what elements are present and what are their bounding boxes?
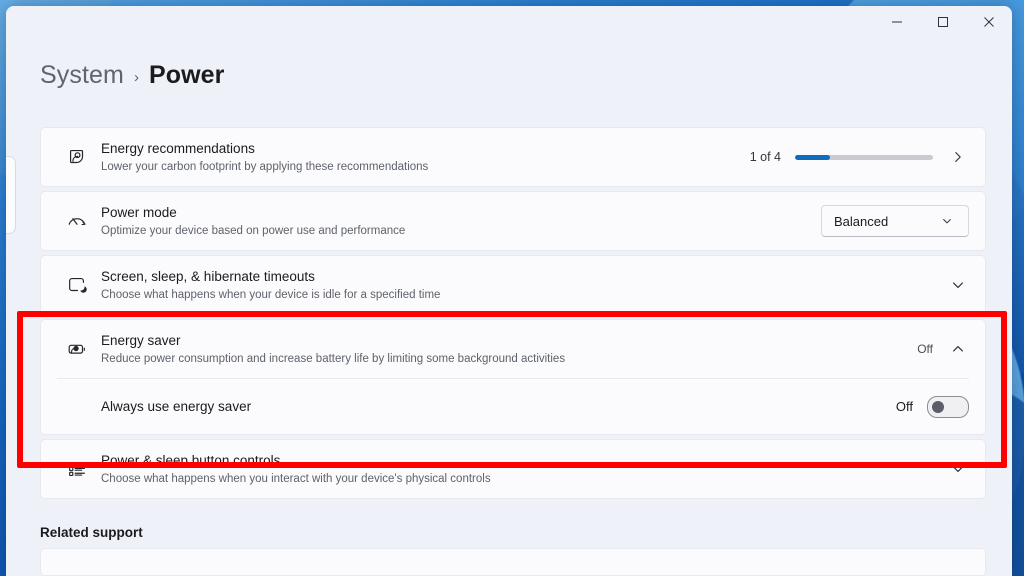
chevron-right-icon[interactable] [947, 146, 969, 168]
always-use-energy-saver-text: Always use energy saver [97, 398, 886, 416]
energy-recommendations-controls: 1 of 4 [740, 146, 969, 168]
settings-window: System › Power Energy recommendations Lo… [6, 6, 1012, 576]
timeouts-subtitle: Choose what happens when your device is … [101, 288, 441, 301]
energy-saver-text: Energy saver Reduce power consumption an… [97, 332, 907, 367]
eco-leaf-icon [57, 146, 97, 168]
energy-saver-state-value: Off [917, 342, 933, 356]
minimize-button[interactable] [874, 6, 920, 38]
chevron-down-icon [936, 210, 958, 232]
power-mode-title: Power mode [101, 204, 177, 220]
always-use-energy-saver-state: Off [895, 399, 913, 414]
power-mode-card[interactable]: Power mode Optimize your device based on… [40, 191, 986, 251]
settings-list: Energy recommendations Lower your carbon… [40, 127, 986, 576]
battery-leaf-icon [57, 338, 97, 360]
page-title: Power [148, 61, 225, 89]
settings-window-body: System › Power Energy recommendations Lo… [6, 6, 1012, 576]
timeouts-text: Screen, sleep, & hibernate timeouts Choo… [97, 268, 937, 303]
always-use-energy-saver-controls: Off [886, 395, 969, 418]
energy-saver-title: Energy saver [101, 332, 181, 348]
timeouts-controls [937, 274, 969, 296]
always-use-energy-saver-row[interactable]: Always use energy saver Off [41, 379, 985, 434]
chevron-up-icon[interactable] [947, 338, 969, 360]
screen-sleep-icon [57, 274, 97, 296]
power-sleep-buttons-row[interactable]: Power & sleep button controls Choose wha… [41, 440, 985, 498]
power-mode-text: Power mode Optimize your device based on… [97, 204, 811, 239]
power-mode-dropdown[interactable]: Balanced [821, 205, 969, 237]
energy-recommendations-row[interactable]: Energy recommendations Lower your carbon… [41, 128, 985, 186]
minimize-icon [892, 21, 902, 23]
screen: System › Power Energy recommendations Lo… [0, 0, 1024, 576]
breadcrumb: System › Power [40, 61, 224, 90]
always-use-energy-saver-title: Always use energy saver [101, 398, 252, 414]
maximize-button[interactable] [920, 6, 966, 38]
recommendations-progress-bar [795, 154, 933, 160]
power-mode-row[interactable]: Power mode Optimize your device based on… [41, 192, 985, 250]
energy-saver-row[interactable]: Energy saver Reduce power consumption an… [41, 320, 985, 378]
energy-saver-subtitle: Reduce power consumption and increase ba… [101, 352, 566, 365]
power-sleep-buttons-text: Power & sleep button controls Choose wha… [97, 452, 937, 487]
breadcrumb-separator-icon: › [133, 69, 139, 86]
power-sleep-buttons-title: Power & sleep button controls [101, 452, 281, 468]
energy-recommendations-card[interactable]: Energy recommendations Lower your carbon… [40, 127, 986, 187]
power-sleep-buttons-subtitle: Choose what happens when you interact wi… [101, 472, 491, 485]
recommendations-progress-fill [795, 154, 830, 160]
close-icon [984, 17, 994, 27]
energy-saver-card[interactable]: Energy saver Reduce power consumption an… [40, 319, 986, 435]
breadcrumb-parent-link[interactable]: System [40, 61, 124, 90]
chevron-down-icon[interactable] [947, 274, 969, 296]
title-bar[interactable] [6, 6, 1012, 48]
maximize-icon [938, 17, 948, 27]
recommendations-progress-label: 1 of 4 [749, 150, 781, 164]
related-support-card[interactable] [40, 548, 986, 576]
energy-recommendations-text: Energy recommendations Lower your carbon… [97, 140, 740, 175]
energy-recommendations-subtitle: Lower your carbon footprint by applying … [101, 160, 429, 173]
power-sleep-buttons-card[interactable]: Power & sleep button controls Choose wha… [40, 439, 986, 499]
timeouts-card[interactable]: Screen, sleep, & hibernate timeouts Choo… [40, 255, 986, 315]
button-list-icon [57, 458, 97, 480]
power-sleep-buttons-controls [937, 458, 969, 480]
close-button[interactable] [966, 6, 1012, 38]
related-support-heading: Related support [40, 525, 143, 540]
energy-saver-controls: Off [907, 338, 969, 360]
power-mode-subtitle: Optimize your device based on power use … [101, 224, 406, 237]
timeouts-row[interactable]: Screen, sleep, & hibernate timeouts Choo… [41, 256, 985, 314]
energy-recommendations-title: Energy recommendations [101, 140, 255, 156]
power-mode-selected-value: Balanced [834, 213, 889, 229]
chevron-down-icon[interactable] [947, 458, 969, 480]
toggle-knob [932, 400, 944, 413]
always-use-energy-saver-toggle[interactable] [927, 395, 969, 418]
timeouts-title: Screen, sleep, & hibernate timeouts [101, 268, 315, 284]
speedometer-icon [57, 210, 97, 232]
navigation-pane-sliver[interactable] [6, 156, 16, 234]
power-mode-controls: Balanced [811, 205, 969, 237]
